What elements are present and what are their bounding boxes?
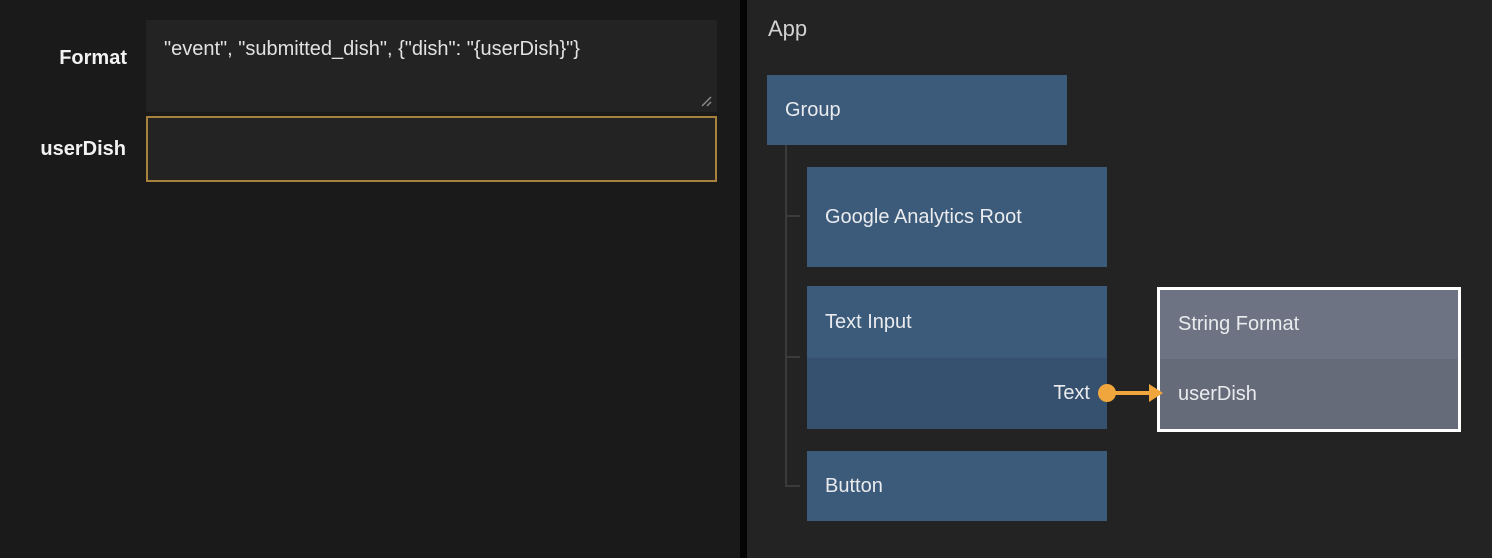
tree-connector-vline <box>785 145 787 487</box>
node-text-input-label: Text Input <box>825 311 912 334</box>
format-textarea[interactable]: "event", "submitted_dish", {"dish": "{us… <box>146 20 717 112</box>
node-google-analytics-root-label: Google Analytics Root <box>825 204 1022 231</box>
node-google-analytics-root[interactable]: Google Analytics Root <box>807 167 1107 267</box>
format-field-label: Format <box>0 44 127 72</box>
input-port-userdish-label: userDish <box>1178 383 1257 406</box>
tree-connector-tick <box>787 356 800 358</box>
node-tree-panel: App Group Google Analytics Root Text Inp… <box>747 0 1492 558</box>
app-window: Format "event", "submitted_dish", {"dish… <box>0 0 1492 558</box>
node-string-format-label: String Format <box>1178 313 1299 336</box>
output-port-text-label: Text <box>1053 382 1090 405</box>
inspector-panel: Format "event", "submitted_dish", {"dish… <box>0 0 740 558</box>
tree-connector-tick <box>787 485 800 487</box>
node-button[interactable]: Button <box>807 451 1107 521</box>
resize-handle-icon[interactable] <box>699 94 713 108</box>
node-group[interactable]: Group <box>767 75 1067 145</box>
userdish-input[interactable] <box>146 116 717 182</box>
panel-divider <box>740 0 747 558</box>
node-button-label: Button <box>825 475 883 498</box>
tree-connector-tick <box>787 215 800 217</box>
node-string-format[interactable]: String Format userDish <box>1157 287 1461 432</box>
userdish-field-label: userDish <box>0 135 126 163</box>
node-text-input[interactable]: Text Input Text <box>807 286 1107 429</box>
node-group-label: Group <box>785 99 841 122</box>
tree-root-title: App <box>768 16 807 42</box>
